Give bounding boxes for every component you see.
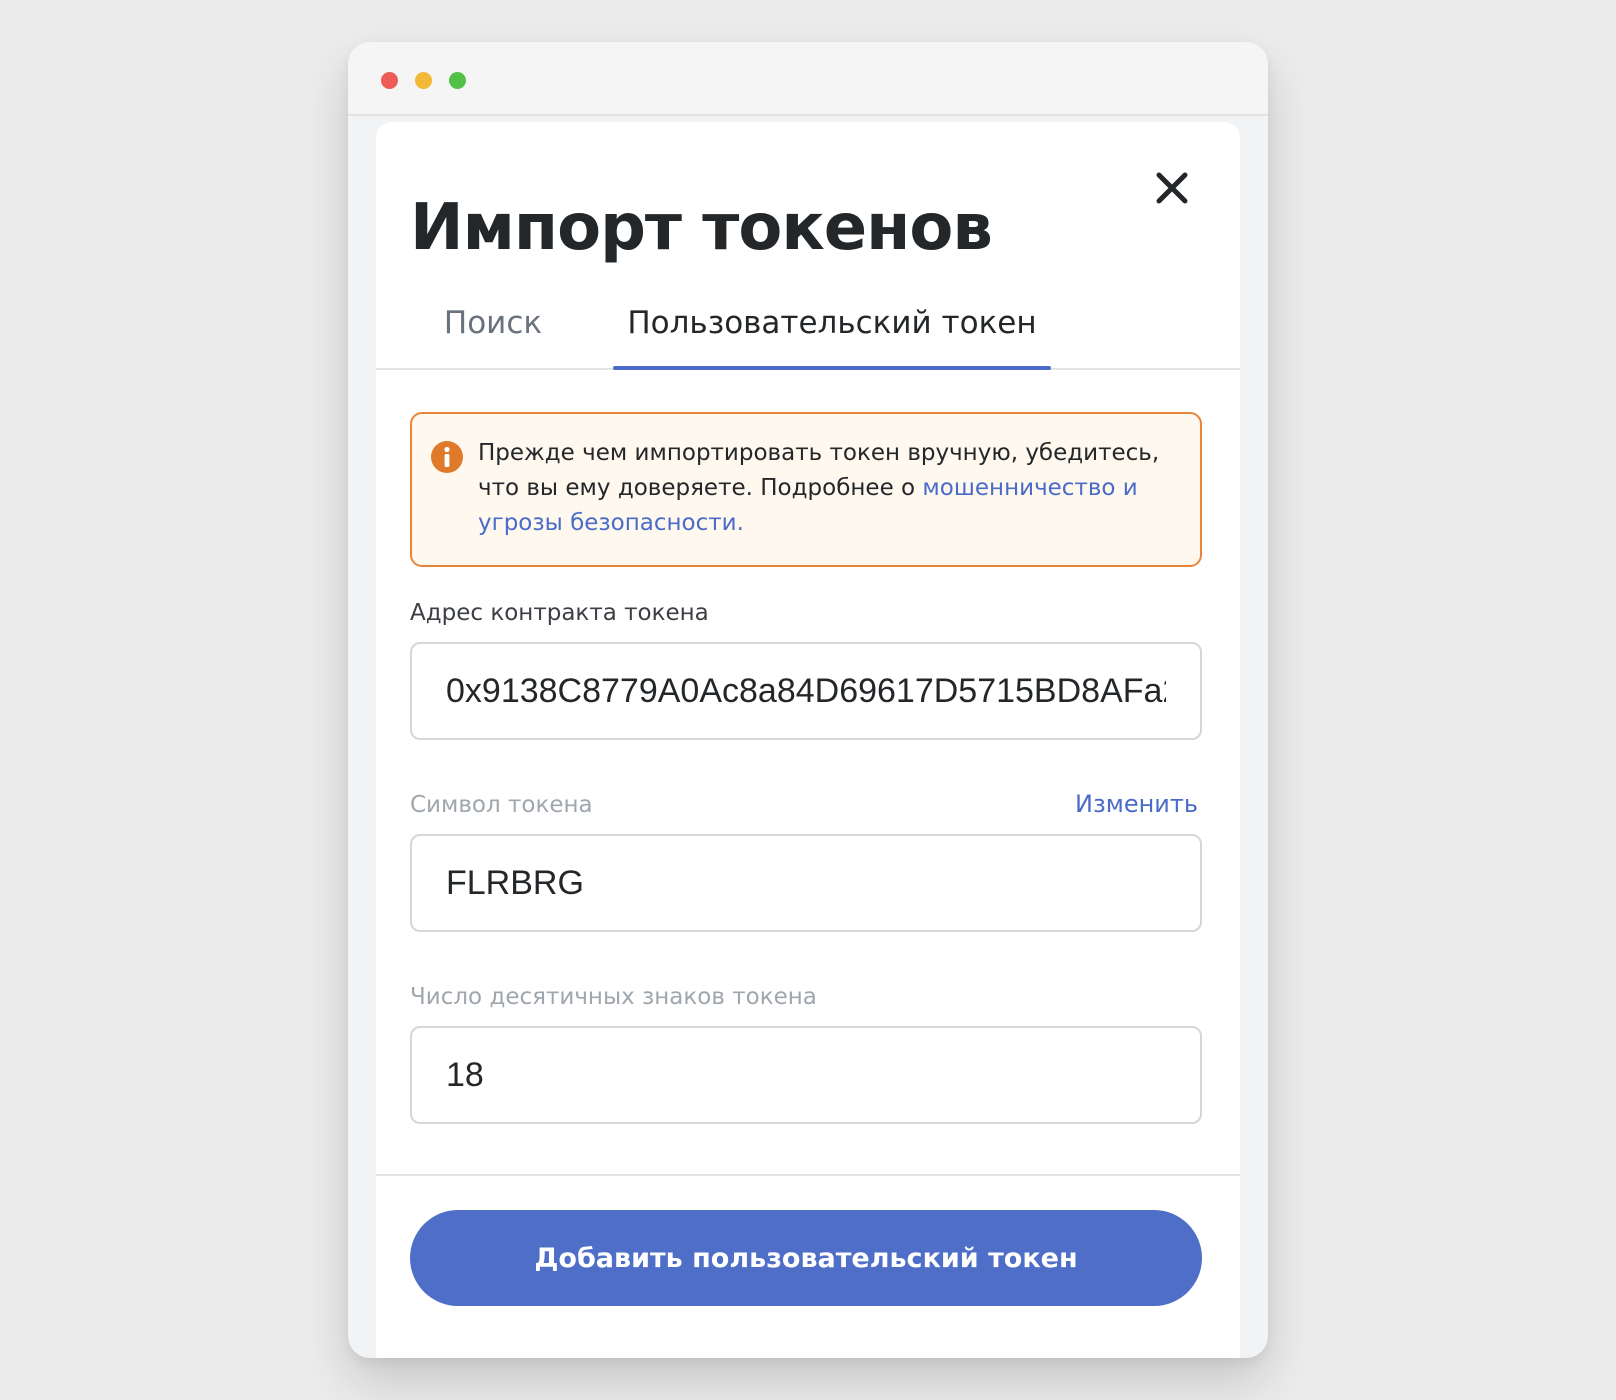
tab-custom-token[interactable]: Пользовательский токен	[613, 302, 1051, 370]
edit-symbol-link[interactable]: Изменить	[1075, 790, 1198, 818]
token-decimals-input[interactable]	[412, 1028, 1200, 1122]
import-tokens-dialog: Импорт токенов Поиск Пользовательский то…	[376, 122, 1240, 1358]
warning-message: Прежде чем импортировать токен вручную, …	[478, 436, 1178, 541]
token-decimals-field	[410, 1026, 1202, 1124]
token-symbol-input[interactable]	[412, 836, 1200, 930]
footer-divider	[376, 1174, 1240, 1176]
app-window: Импорт токенов Поиск Пользовательский то…	[348, 42, 1268, 1358]
window-titlebar	[348, 42, 1268, 116]
warning-banner: Прежде чем импортировать токен вручную, …	[410, 412, 1202, 567]
window-minimize-dot[interactable]	[415, 72, 432, 89]
token-symbol-field	[410, 834, 1202, 932]
contract-address-input[interactable]	[412, 644, 1200, 738]
dialog-title: Импорт токенов	[410, 191, 993, 265]
warning-text-end: .	[736, 510, 744, 536]
window-maximize-dot[interactable]	[449, 72, 466, 89]
close-button[interactable]	[1144, 160, 1200, 216]
contract-address-field	[410, 642, 1202, 740]
token-symbol-label: Символ токена	[410, 792, 593, 818]
tab-search[interactable]: Поиск	[438, 302, 548, 368]
contract-address-label: Адрес контракта токена	[410, 600, 709, 626]
window-close-dot[interactable]	[381, 72, 398, 89]
info-icon	[431, 441, 463, 473]
token-decimals-label: Число десятичных знаков токена	[410, 984, 817, 1010]
add-custom-token-button[interactable]: Добавить пользовательский токен	[410, 1210, 1202, 1306]
close-icon	[1156, 172, 1188, 204]
tab-bar: Поиск Пользовательский токен	[376, 302, 1240, 370]
